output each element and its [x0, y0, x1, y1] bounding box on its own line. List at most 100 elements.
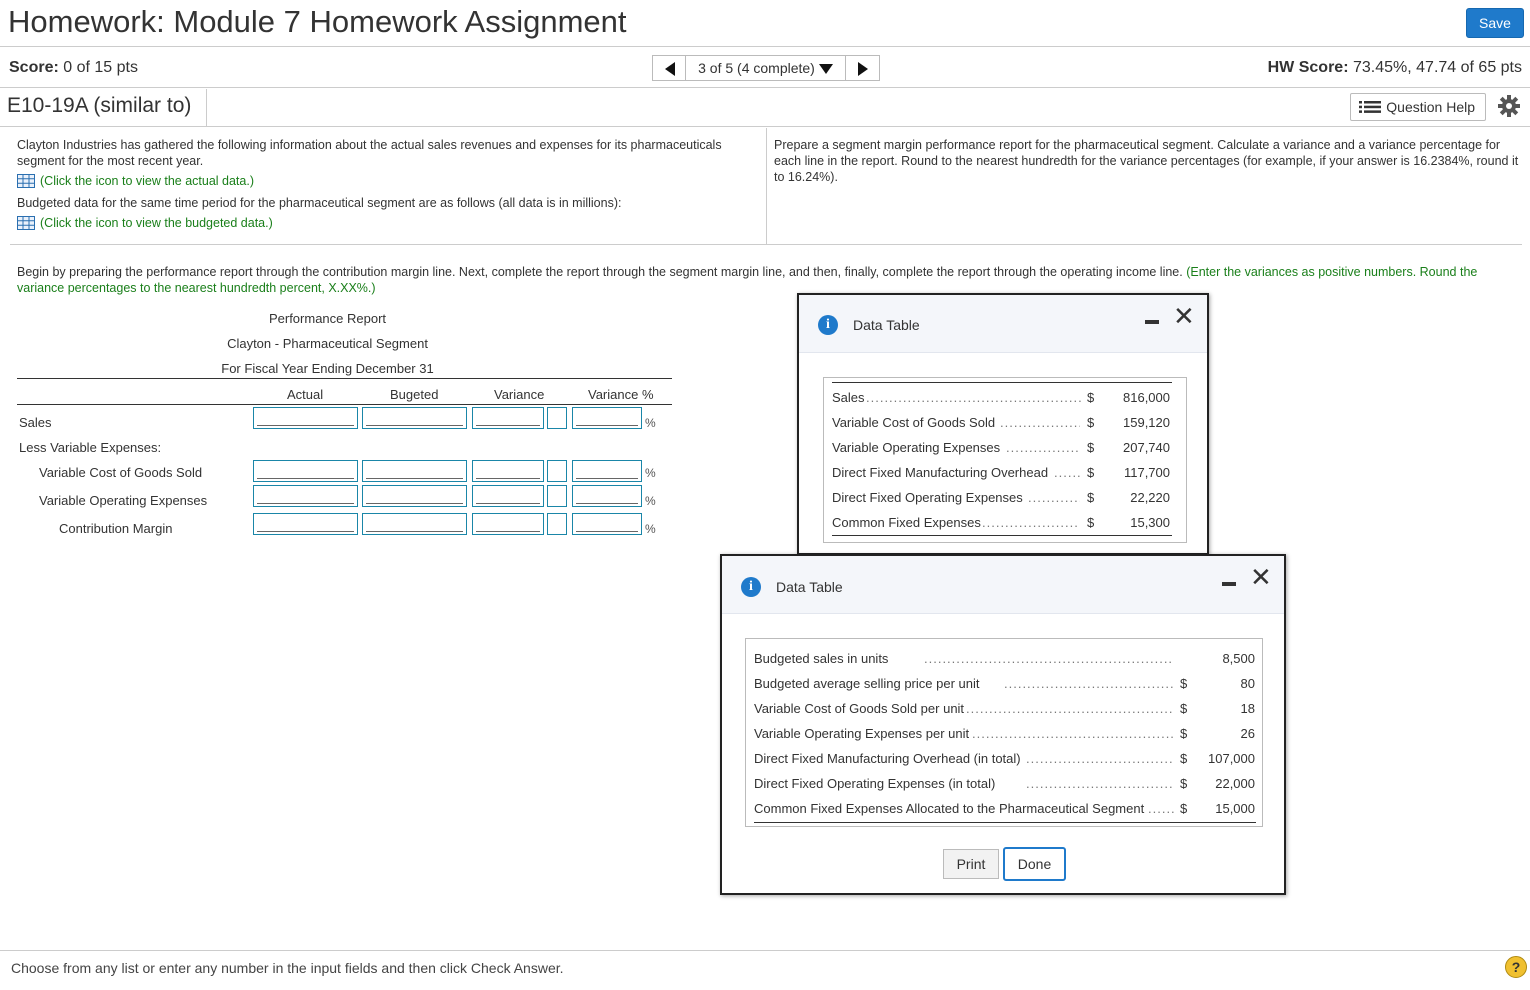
table-row: Budgeted sales in units ................…	[754, 651, 1255, 666]
voe-actual-input[interactable]	[253, 485, 358, 507]
report-title: Performance Report	[268, 311, 387, 326]
cm-variance-input[interactable]	[472, 513, 544, 535]
footer-instruction: Choose from any list or enter any number…	[11, 960, 564, 976]
actual-data-modal: i Data Table ✕ Sales ...................…	[797, 293, 1209, 555]
table-row: Direct Fixed Manufacturing Overhead (in …	[754, 751, 1255, 766]
row-label-contribution-margin: Contribution Margin	[59, 521, 173, 536]
row-label-less-variable-expenses: Less Variable Expenses:	[19, 440, 162, 455]
modal-header: i Data Table ✕	[799, 295, 1207, 353]
budgeted-data-table: Budgeted sales in units ................…	[745, 638, 1263, 827]
percent-symbol: %	[645, 416, 656, 430]
instructions: Begin by preparing the performance repor…	[17, 265, 1478, 295]
print-button[interactable]: Print	[943, 849, 999, 879]
modal-title: Data Table	[776, 579, 843, 595]
voe-variance-fu-dropdown[interactable]	[547, 485, 567, 507]
question-id: E10-19A (similar to)	[0, 89, 207, 126]
sales-budgeted-input[interactable]	[362, 407, 467, 429]
cm-variance-fu-dropdown[interactable]	[547, 513, 567, 535]
table-row: Common Fixed Expenses ..................…	[832, 515, 1170, 530]
vcogs-variance-fu-dropdown[interactable]	[547, 460, 567, 482]
vcogs-actual-input[interactable]	[253, 460, 358, 482]
caret-down-icon	[818, 64, 833, 74]
table-grid-icon	[17, 216, 35, 230]
homework-score: HW Score: 73.45%, 47.74 of 65 pts	[1267, 59, 1522, 76]
sales-variance-fu-dropdown[interactable]	[547, 407, 567, 429]
voe-variance-input[interactable]	[472, 485, 544, 507]
cm-budgeted-input[interactable]	[362, 513, 467, 535]
arrow-right-icon	[858, 62, 868, 76]
score-bar: Score: 0 of 15 pts 3 of 5 (4 complete) H…	[0, 48, 1530, 88]
cm-actual-input[interactable]	[253, 513, 358, 535]
column-header-variance-pct: Variance %	[588, 387, 654, 402]
row-label-variable-operating-expenses: Variable Operating Expenses	[39, 493, 208, 508]
info-icon: i	[741, 577, 761, 597]
prompt-paragraph-actual: Clayton Industries has gathered the foll…	[17, 138, 722, 168]
row-label-variable-cogs: Variable Cost of Goods Sold	[39, 465, 203, 480]
table-row: Variable Cost of Goods Sold ............…	[832, 415, 1170, 430]
question-help-button[interactable]: Question Help	[1350, 93, 1486, 121]
info-icon: i	[818, 315, 838, 335]
table-row: Direct Fixed Operating Expenses (in tota…	[754, 776, 1255, 791]
voe-variance-pct-input[interactable]	[572, 485, 642, 507]
column-header-actual: Actual	[287, 387, 324, 402]
save-button[interactable]: Save	[1466, 8, 1524, 38]
table-row: Variable Operating Expenses per unit ...…	[754, 726, 1255, 741]
table-row: Variable Cost of Goods Sold per unit ...…	[754, 701, 1255, 716]
table-row: Direct Fixed Operating Expenses ........…	[832, 490, 1170, 505]
minimize-icon[interactable]	[1222, 582, 1236, 586]
percent-symbol: %	[645, 522, 656, 536]
voe-budgeted-input[interactable]	[362, 485, 467, 507]
homework-title: Homework: Module 7 Homework Assignment	[8, 4, 627, 39]
sales-variance-input[interactable]	[472, 407, 544, 429]
column-header-budgeted: Bugeted	[390, 387, 439, 402]
vcogs-variance-pct-input[interactable]	[572, 460, 642, 482]
table-bottom-rule	[754, 822, 1256, 823]
actual-data-table: Sales ..................................…	[823, 377, 1187, 543]
gear-icon[interactable]	[1497, 94, 1521, 118]
budgeted-data-link[interactable]: (Click the icon to view the budgeted dat…	[17, 215, 759, 231]
column-header-variance: Variance	[494, 387, 545, 402]
prompt-paragraph-budget: Budgeted data for the same time period f…	[17, 196, 622, 210]
table-bottom-rule	[832, 535, 1172, 536]
sales-actual-input[interactable]	[253, 407, 358, 429]
table-grid-icon	[17, 174, 35, 188]
title-bar: Homework: Module 7 Homework Assignment S…	[0, 0, 1530, 47]
percent-symbol: %	[645, 494, 656, 508]
table-row: Direct Fixed Manufacturing Overhead ....…	[832, 465, 1170, 480]
actual-data-link[interactable]: (Click the icon to view the actual data.…	[17, 173, 759, 189]
prompt-left: Clayton Industries has gathered the foll…	[17, 137, 759, 231]
next-question-button[interactable]	[846, 55, 880, 81]
question-navigator-dropdown[interactable]: 3 of 5 (4 complete)	[686, 55, 846, 81]
report-rule	[17, 378, 672, 379]
row-label-sales: Sales	[19, 415, 52, 430]
percent-symbol: %	[645, 466, 656, 480]
footer-bar: Choose from any list or enter any number…	[0, 950, 1530, 990]
header-rule	[17, 404, 672, 405]
table-row: Budgeted average selling price per unit …	[754, 676, 1255, 691]
report-period: For Fiscal Year Ending December 31	[221, 361, 434, 376]
table-top-rule	[832, 382, 1172, 383]
cm-variance-pct-input[interactable]	[572, 513, 642, 535]
table-row: Sales ..................................…	[832, 390, 1170, 405]
help-icon[interactable]: ?	[1505, 956, 1527, 978]
prompt-right: Prepare a segment margin performance rep…	[766, 128, 1522, 244]
previous-question-button[interactable]	[652, 55, 686, 81]
list-icon	[1359, 101, 1381, 113]
minimize-icon[interactable]	[1145, 320, 1159, 324]
divider	[10, 244, 1522, 245]
vcogs-budgeted-input[interactable]	[362, 460, 467, 482]
arrow-left-icon	[665, 62, 675, 76]
table-row: Common Fixed Expenses Allocated to the P…	[754, 801, 1255, 816]
report-subtitle: Clayton - Pharmaceutical Segment	[227, 336, 428, 351]
sales-variance-pct-input[interactable]	[572, 407, 642, 429]
done-button[interactable]: Done	[1003, 847, 1066, 881]
question-bar: E10-19A (similar to) Question Help	[0, 89, 1530, 127]
question-score: Score: 0 of 15 pts	[9, 59, 138, 76]
close-icon[interactable]: ✕	[1250, 565, 1272, 591]
modal-title: Data Table	[853, 317, 920, 333]
modal-header: i Data Table ✕	[722, 556, 1284, 614]
vcogs-variance-input[interactable]	[472, 460, 544, 482]
table-row: Variable Operating Expenses ............…	[832, 440, 1170, 455]
budgeted-data-modal: i Data Table ✕ Budgeted sales in units .…	[720, 554, 1286, 895]
close-icon[interactable]: ✕	[1173, 304, 1195, 330]
